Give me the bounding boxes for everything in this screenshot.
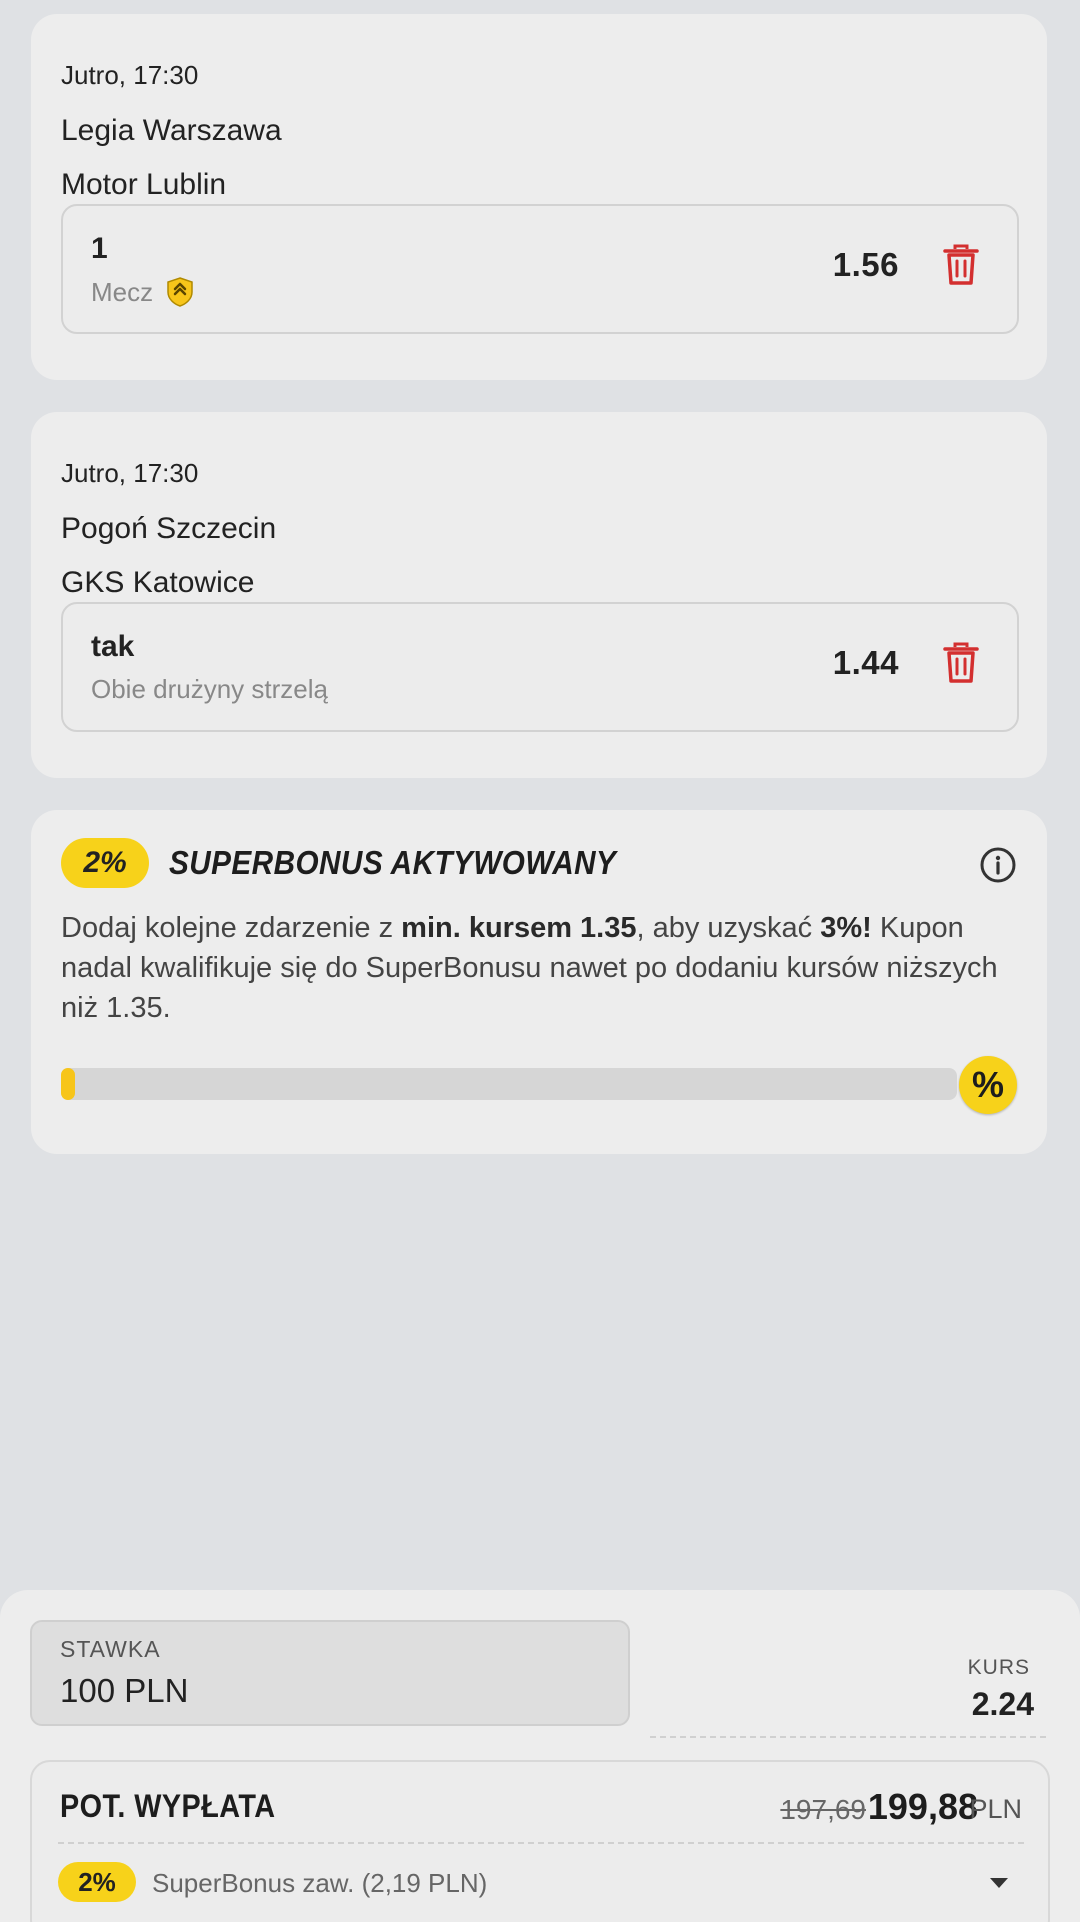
selection-market: Mecz (91, 276, 195, 308)
selection-box: 1 Mecz 1.56 (61, 204, 1019, 334)
payout-currency: PLN (969, 1794, 1022, 1824)
superbonus-title: SUPERBONUS AKTYWOWANY (169, 844, 617, 881)
payout-new-value: 199,88 (867, 1786, 978, 1827)
total-odds-value: 2.24 (971, 1686, 1034, 1722)
selection-pick: tak (91, 630, 135, 663)
market-label: Obie drużyny strzelą (91, 674, 328, 704)
superbonus-progress-bar (61, 1068, 957, 1100)
shield-boost-icon (167, 277, 193, 307)
divider (650, 1736, 1046, 1738)
event-date: Jutro, 17:30 (61, 458, 199, 488)
chevron-down-icon[interactable] (990, 1878, 1008, 1888)
event-date: Jutro, 17:30 (61, 60, 199, 90)
bet-card: Jutro, 17:30 Legia Warszawa Motor Lublin… (31, 14, 1047, 380)
stake-label: STAWKA (60, 1636, 161, 1662)
potential-payout-panel[interactable]: POT. WYPŁATA 197,69 199,88 PLN 2% SuperB… (30, 1760, 1050, 1922)
selection-odds[interactable]: 1.44 (833, 644, 899, 682)
superbonus-card: 2% SUPERBONUS AKTYWOWANY Dodaj kolejne z… (31, 810, 1047, 1154)
payout-old-value: 197,69 (780, 1794, 866, 1825)
superbonus-progress-fill (61, 1068, 75, 1100)
team-home: Legia Warszawa (61, 114, 282, 147)
team-away: Motor Lublin (61, 168, 227, 201)
stake-input[interactable]: STAWKA 100 PLN (30, 1620, 630, 1726)
info-icon[interactable] (979, 846, 1017, 884)
selection-box: tak Obie drużyny strzelą 1.44 (61, 602, 1019, 732)
payout-title: POT. WYPŁATA (60, 1788, 276, 1824)
trash-icon[interactable] (943, 244, 979, 286)
percent-icon: % (959, 1056, 1017, 1114)
total-odds-label: KURS (967, 1656, 1030, 1679)
selection-market: Obie drużyny strzelą (91, 674, 328, 705)
divider (58, 1842, 1024, 1844)
bet-card: Jutro, 17:30 Pogoń Szczecin GKS Katowice… (31, 412, 1047, 778)
bet-slip-screen: Jutro, 17:30 Legia Warszawa Motor Lublin… (0, 0, 1080, 1922)
bet-slip-footer: STAWKA 100 PLN KURS 2.24 POT. WYPŁATA 19… (0, 1590, 1080, 1922)
trash-icon[interactable] (943, 642, 979, 684)
superbonus-pill: 2% (58, 1862, 136, 1902)
market-label: Mecz (91, 276, 154, 307)
selection-odds[interactable]: 1.56 (833, 246, 899, 284)
team-away: GKS Katowice (61, 566, 255, 599)
stake-value[interactable]: 100 PLN (60, 1672, 188, 1710)
superbonus-amount: SuperBonus zaw. (2,19 PLN) (152, 1868, 488, 1898)
superbonus-pill: 2% (61, 838, 149, 888)
selection-pick: 1 (91, 232, 108, 265)
superbonus-description: Dodaj kolejne zdarzenie z min. kursem 1.… (61, 912, 998, 1024)
team-home: Pogoń Szczecin (61, 512, 277, 545)
